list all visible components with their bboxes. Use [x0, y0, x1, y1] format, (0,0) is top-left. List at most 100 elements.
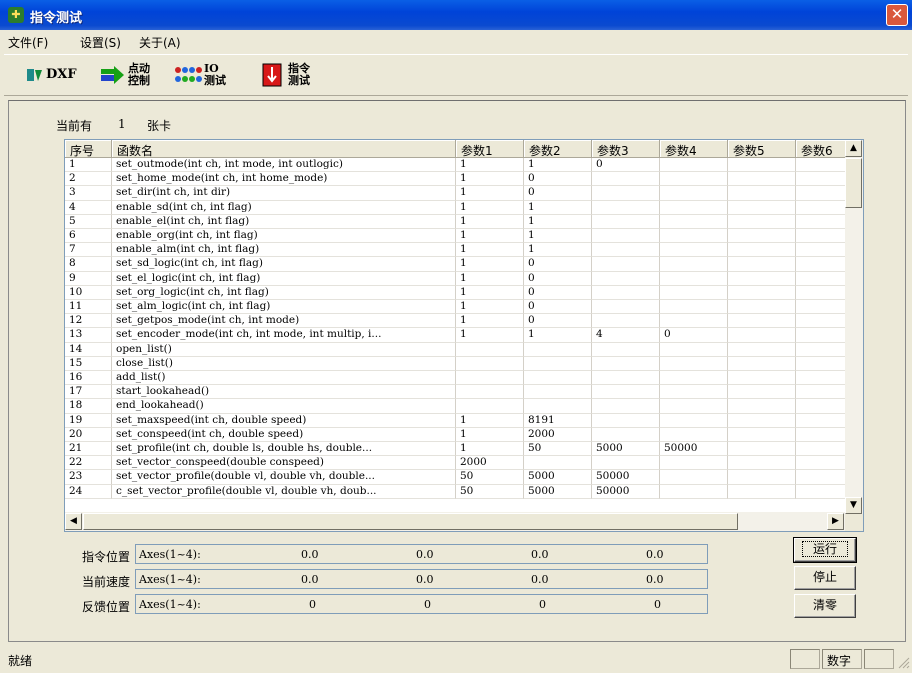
- row-index-cell[interactable]: 19: [65, 413, 112, 428]
- param-cell[interactable]: [660, 243, 728, 258]
- param-cell[interactable]: [796, 314, 845, 329]
- column-header[interactable]: 参数2: [524, 140, 592, 158]
- row-index-cell[interactable]: 9: [65, 271, 112, 286]
- horizontal-scroll-thumb[interactable]: [83, 513, 738, 530]
- dxf-button[interactable]: DXF: [26, 59, 77, 91]
- param-cell[interactable]: [592, 314, 660, 329]
- table-row[interactable]: 13 set_encoder_mode(int ch, int mode, int…: [65, 328, 845, 343]
- param-cell[interactable]: [728, 470, 796, 485]
- param-cell[interactable]: [796, 357, 845, 371]
- function-name-cell[interactable]: set_sd_logic(int ch, int flag): [112, 257, 456, 272]
- table-row[interactable]: 22 set_vector_conspeed(double conspeed) 20…: [65, 456, 845, 471]
- param-cell[interactable]: 0: [524, 314, 592, 329]
- row-index-cell[interactable]: 15: [65, 356, 112, 371]
- row-index-cell[interactable]: 1: [65, 158, 112, 173]
- param-cell[interactable]: [592, 371, 660, 386]
- param-cell[interactable]: [796, 456, 845, 471]
- table-row[interactable]: 17 start_lookahead(): [65, 385, 845, 400]
- param-cell[interactable]: 1: [456, 285, 524, 300]
- table-row[interactable]: 5 enable_el(int ch, int flag) 1 1: [65, 214, 845, 229]
- param-cell[interactable]: 0: [524, 257, 592, 272]
- param-cell[interactable]: [456, 342, 524, 357]
- function-name-cell[interactable]: set_alm_logic(int ch, int flag): [112, 300, 456, 315]
- param-cell[interactable]: [592, 243, 660, 258]
- param-cell[interactable]: [728, 385, 796, 400]
- row-index-cell[interactable]: 22: [65, 456, 112, 471]
- param-cell[interactable]: [660, 356, 728, 371]
- param-cell[interactable]: 1: [456, 314, 524, 329]
- param-cell[interactable]: [660, 484, 728, 499]
- param-cell[interactable]: 1: [524, 229, 592, 244]
- function-name-cell[interactable]: set_encoder_mode(int ch, int mode, int m…: [112, 328, 456, 343]
- param-cell[interactable]: [728, 413, 796, 428]
- table-row[interactable]: 23 set_vector_profile(double vl, double v…: [65, 470, 845, 485]
- param-cell[interactable]: [728, 200, 796, 215]
- row-index-cell[interactable]: 23: [65, 470, 112, 485]
- row-index-cell[interactable]: 11: [65, 300, 112, 315]
- param-cell[interactable]: [796, 286, 845, 300]
- table-row[interactable]: 6 enable_org(int ch, int flag) 1 1: [65, 229, 845, 244]
- function-name-cell[interactable]: set_dir(int ch, int dir): [112, 186, 456, 201]
- param-cell[interactable]: [728, 484, 796, 499]
- scroll-right-button[interactable]: ▶: [827, 513, 844, 530]
- param-cell[interactable]: [796, 201, 845, 215]
- param-cell[interactable]: [728, 427, 796, 442]
- param-cell[interactable]: [728, 243, 796, 258]
- param-cell[interactable]: [728, 371, 796, 386]
- clear-button[interactable]: 清零: [794, 594, 856, 618]
- row-index-cell[interactable]: 6: [65, 229, 112, 244]
- param-cell[interactable]: 1: [456, 300, 524, 315]
- function-name-cell[interactable]: set_org_logic(int ch, int flag): [112, 285, 456, 300]
- param-cell[interactable]: [660, 413, 728, 428]
- param-cell[interactable]: [660, 229, 728, 244]
- param-cell[interactable]: [728, 356, 796, 371]
- table-row[interactable]: 11 set_alm_logic(int ch, int flag) 1 0: [65, 300, 845, 315]
- function-name-cell[interactable]: enable_org(int ch, int flag): [112, 229, 456, 244]
- param-cell[interactable]: [660, 271, 728, 286]
- param-cell[interactable]: [592, 285, 660, 300]
- function-name-cell[interactable]: c_set_vector_profile(double vl, double v…: [112, 484, 456, 499]
- row-index-cell[interactable]: 12: [65, 314, 112, 329]
- param-cell[interactable]: [796, 414, 845, 428]
- param-cell[interactable]: 1: [524, 243, 592, 258]
- param-cell[interactable]: [592, 342, 660, 357]
- param-cell[interactable]: 1: [456, 257, 524, 272]
- table-row[interactable]: 20 set_conspeed(int ch, double speed) 1 200…: [65, 427, 845, 442]
- row-index-cell[interactable]: 10: [65, 285, 112, 300]
- table-row[interactable]: 10 set_org_logic(int ch, int flag) 1 0: [65, 285, 845, 300]
- table-row[interactable]: 12 set_getpos_mode(int ch, int mode) 1 0: [65, 314, 845, 329]
- param-cell[interactable]: [728, 257, 796, 272]
- row-index-cell[interactable]: 5: [65, 214, 112, 229]
- column-header[interactable]: 参数1: [456, 140, 524, 158]
- param-cell[interactable]: [796, 300, 845, 315]
- param-cell[interactable]: 50000: [660, 442, 728, 457]
- param-cell[interactable]: 50: [524, 442, 592, 457]
- param-cell[interactable]: 2000: [456, 456, 524, 471]
- function-name-cell[interactable]: end_lookahead(): [112, 399, 456, 414]
- param-cell[interactable]: [660, 186, 728, 201]
- row-index-cell[interactable]: 24: [65, 484, 112, 499]
- param-cell[interactable]: [592, 427, 660, 442]
- param-cell[interactable]: 2000: [524, 427, 592, 442]
- param-cell[interactable]: [796, 243, 845, 258]
- function-name-cell[interactable]: enable_sd(int ch, int flag): [112, 200, 456, 215]
- function-name-cell[interactable]: set_maxspeed(int ch, double speed): [112, 413, 456, 428]
- row-index-cell[interactable]: 7: [65, 243, 112, 258]
- param-cell[interactable]: [592, 229, 660, 244]
- param-cell[interactable]: [524, 456, 592, 471]
- function-name-cell[interactable]: add_list(): [112, 371, 456, 386]
- row-index-cell[interactable]: 13: [65, 328, 112, 343]
- param-cell[interactable]: [796, 158, 845, 173]
- param-cell[interactable]: [660, 314, 728, 329]
- param-cell[interactable]: 1: [456, 328, 524, 343]
- function-name-cell[interactable]: start_lookahead(): [112, 385, 456, 400]
- param-cell[interactable]: [592, 385, 660, 400]
- scroll-left-button[interactable]: ◀: [65, 513, 82, 530]
- stop-button[interactable]: 停止: [794, 566, 856, 590]
- function-name-cell[interactable]: enable_el(int ch, int flag): [112, 214, 456, 229]
- command-test-button[interactable]: 指令 测试: [262, 59, 310, 91]
- param-cell[interactable]: [592, 399, 660, 414]
- param-cell[interactable]: 4: [592, 328, 660, 343]
- param-cell[interactable]: [660, 214, 728, 229]
- menu-settings[interactable]: 设置(S): [80, 34, 121, 51]
